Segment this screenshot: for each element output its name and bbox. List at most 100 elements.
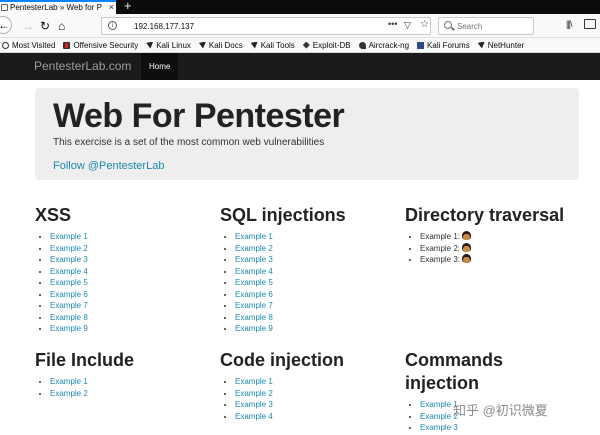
bookmark-label: Kali Docs <box>208 40 243 50</box>
bookmark-most-visited[interactable]: Most Visited <box>2 41 55 50</box>
example-link[interactable]: Example 9 <box>50 324 88 333</box>
example-link[interactable]: Example 1 <box>235 377 273 386</box>
example-list: Example 1: Example 2: Example 3: <box>405 231 595 266</box>
avatar-image-link[interactable] <box>462 231 472 240</box>
nav-home-link[interactable]: Home <box>141 53 179 80</box>
example-link[interactable]: Example 1 <box>50 232 88 241</box>
example-link[interactable]: Example 2 <box>235 389 273 398</box>
avatar-image-link[interactable] <box>462 254 472 263</box>
list-item: Example 2 <box>235 243 400 255</box>
section-code-injection: Code injection Example 1 Example 2 Examp… <box>220 349 400 422</box>
bookmark-label: Aircrack-ng <box>368 40 410 50</box>
info-icon[interactable]: i <box>108 21 117 30</box>
example-link[interactable]: Example 2 <box>50 389 88 398</box>
page-icon <box>1 4 8 11</box>
example-link[interactable]: Example 2 <box>235 244 273 253</box>
example-link[interactable]: Example 3 <box>235 400 273 409</box>
pocket-icon[interactable]: ▽ <box>404 20 411 31</box>
bookmark-label: Kali Tools <box>260 40 295 50</box>
example-link[interactable]: Example 3 <box>420 423 458 432</box>
example-link[interactable]: Example 6 <box>50 290 88 299</box>
home-icon[interactable]: ⌂ <box>58 18 65 34</box>
example-link[interactable]: Example 3 <box>50 255 88 264</box>
browser-tab[interactable]: PentesterLab » Web for P × <box>0 0 116 14</box>
bookmark-label: Kali Forums <box>427 40 470 50</box>
follow-link[interactable]: Follow @PentesterLab <box>53 160 164 172</box>
example-link[interactable]: Example 9 <box>235 324 273 333</box>
list-item: Example 6 <box>50 289 215 301</box>
forward-arrow-icon[interactable]: → <box>22 18 34 34</box>
list-item: Example 9 <box>235 323 400 335</box>
example-list: Example 1 Example 2 Example 3 Example 4 … <box>35 231 215 335</box>
search-box[interactable] <box>438 17 534 35</box>
example-link[interactable]: Example 4 <box>235 412 273 421</box>
section-title: Directory traversal <box>405 205 565 225</box>
example-label: Example 1: <box>420 232 461 241</box>
list-item: Example 4 <box>235 411 400 423</box>
example-link[interactable]: Example 1 <box>50 377 88 386</box>
example-label: Example 2: <box>420 243 461 253</box>
section-directory-traversal: Directory traversal Example 1: Example 2… <box>405 204 595 266</box>
bookmark-offensive-security[interactable]: Offensive Security <box>63 41 138 50</box>
bookmark-kali-docs[interactable]: Kali Docs <box>198 40 243 50</box>
search-input[interactable] <box>457 20 527 32</box>
close-tab-icon[interactable]: × <box>109 2 114 13</box>
reload-icon[interactable]: ↻ <box>40 18 50 34</box>
list-item: Example 3 <box>50 254 215 266</box>
list-item: Example 1 <box>235 231 400 243</box>
library-icon[interactable]: |||\ <box>566 19 572 29</box>
example-link[interactable]: Example 5 <box>235 278 273 287</box>
list-item: Example 7 <box>235 300 400 312</box>
example-label: Example 3: <box>420 255 461 264</box>
bookmark-kali-linux[interactable]: Kali Linux <box>146 41 191 50</box>
site-brand[interactable]: PentesterLab.com <box>34 59 131 73</box>
list-item: Example 3 <box>235 254 400 266</box>
example-link[interactable]: Example 5 <box>50 278 88 287</box>
bookmark-exploit-db[interactable]: Exploit-DB <box>302 41 351 50</box>
example-list: Example 1 Example 2 Example 3 Example 4 <box>220 376 400 422</box>
list-item: Example 3 <box>235 399 400 411</box>
address-bar[interactable]: i ••• ▽ ☆ <box>101 17 431 35</box>
bookmark-nethunter[interactable]: NetHunter <box>477 41 524 50</box>
navigation-toolbar: ← → ↻ ⌂ i ••• ▽ ☆ |||\ <box>0 14 600 38</box>
url-input[interactable] <box>134 19 364 33</box>
example-link[interactable]: Example 3 <box>235 255 273 264</box>
example-link[interactable]: Example 8 <box>50 313 88 322</box>
forums-icon <box>417 41 425 49</box>
section-title: XSS <box>35 205 72 225</box>
section-sql-injections: SQL injections Example 1 Example 2 Examp… <box>220 204 400 335</box>
example-link[interactable]: Example 6 <box>235 290 273 299</box>
page-title: Web For Pentester <box>53 97 345 135</box>
search-icon <box>444 21 452 29</box>
list-item: Example 5 <box>235 277 400 289</box>
bookmark-label: Most Visited <box>12 40 56 50</box>
section-title: File Include <box>35 350 135 370</box>
new-tab-icon[interactable]: + <box>124 0 132 13</box>
example-link[interactable]: Example 7 <box>50 301 88 310</box>
kali-dragon-icon <box>250 41 258 49</box>
bookmark-kali-forums[interactable]: Kali Forums <box>417 41 470 50</box>
bookmark-kali-tools[interactable]: Kali Tools <box>250 40 295 50</box>
list-item: Example 1 <box>50 231 215 243</box>
example-link[interactable]: Example 8 <box>235 313 273 322</box>
list-item: Example 5 <box>50 277 215 289</box>
section-title: SQL injections <box>220 205 346 225</box>
sidebar-icon[interactable] <box>584 19 596 29</box>
list-item: Example 3 <box>420 422 535 434</box>
example-link[interactable]: Example 4 <box>235 267 273 276</box>
bookmark-aircrack-ng[interactable]: Aircrack-ng <box>358 40 410 50</box>
avatar-image-link[interactable] <box>462 242 472 252</box>
bookmark-star-icon[interactable]: ☆ <box>420 19 429 30</box>
section-title: Code injection <box>220 350 345 370</box>
list-item: Example 4 <box>50 266 215 278</box>
list-item: Example 2 <box>50 243 215 255</box>
example-link[interactable]: Example 1 <box>235 232 273 241</box>
more-actions-icon[interactable]: ••• <box>388 19 397 29</box>
aircrack-icon <box>358 41 366 49</box>
back-arrow-icon[interactable]: ← <box>0 16 12 34</box>
example-link[interactable]: Example 4 <box>50 267 88 276</box>
example-list: Example 1 Example 2 Example 3 Example 4 … <box>220 231 400 335</box>
example-link[interactable]: Example 2 <box>50 244 88 253</box>
example-link[interactable]: Example 7 <box>235 301 273 310</box>
tab-bar: PentesterLab » Web for P × + <box>0 0 600 14</box>
